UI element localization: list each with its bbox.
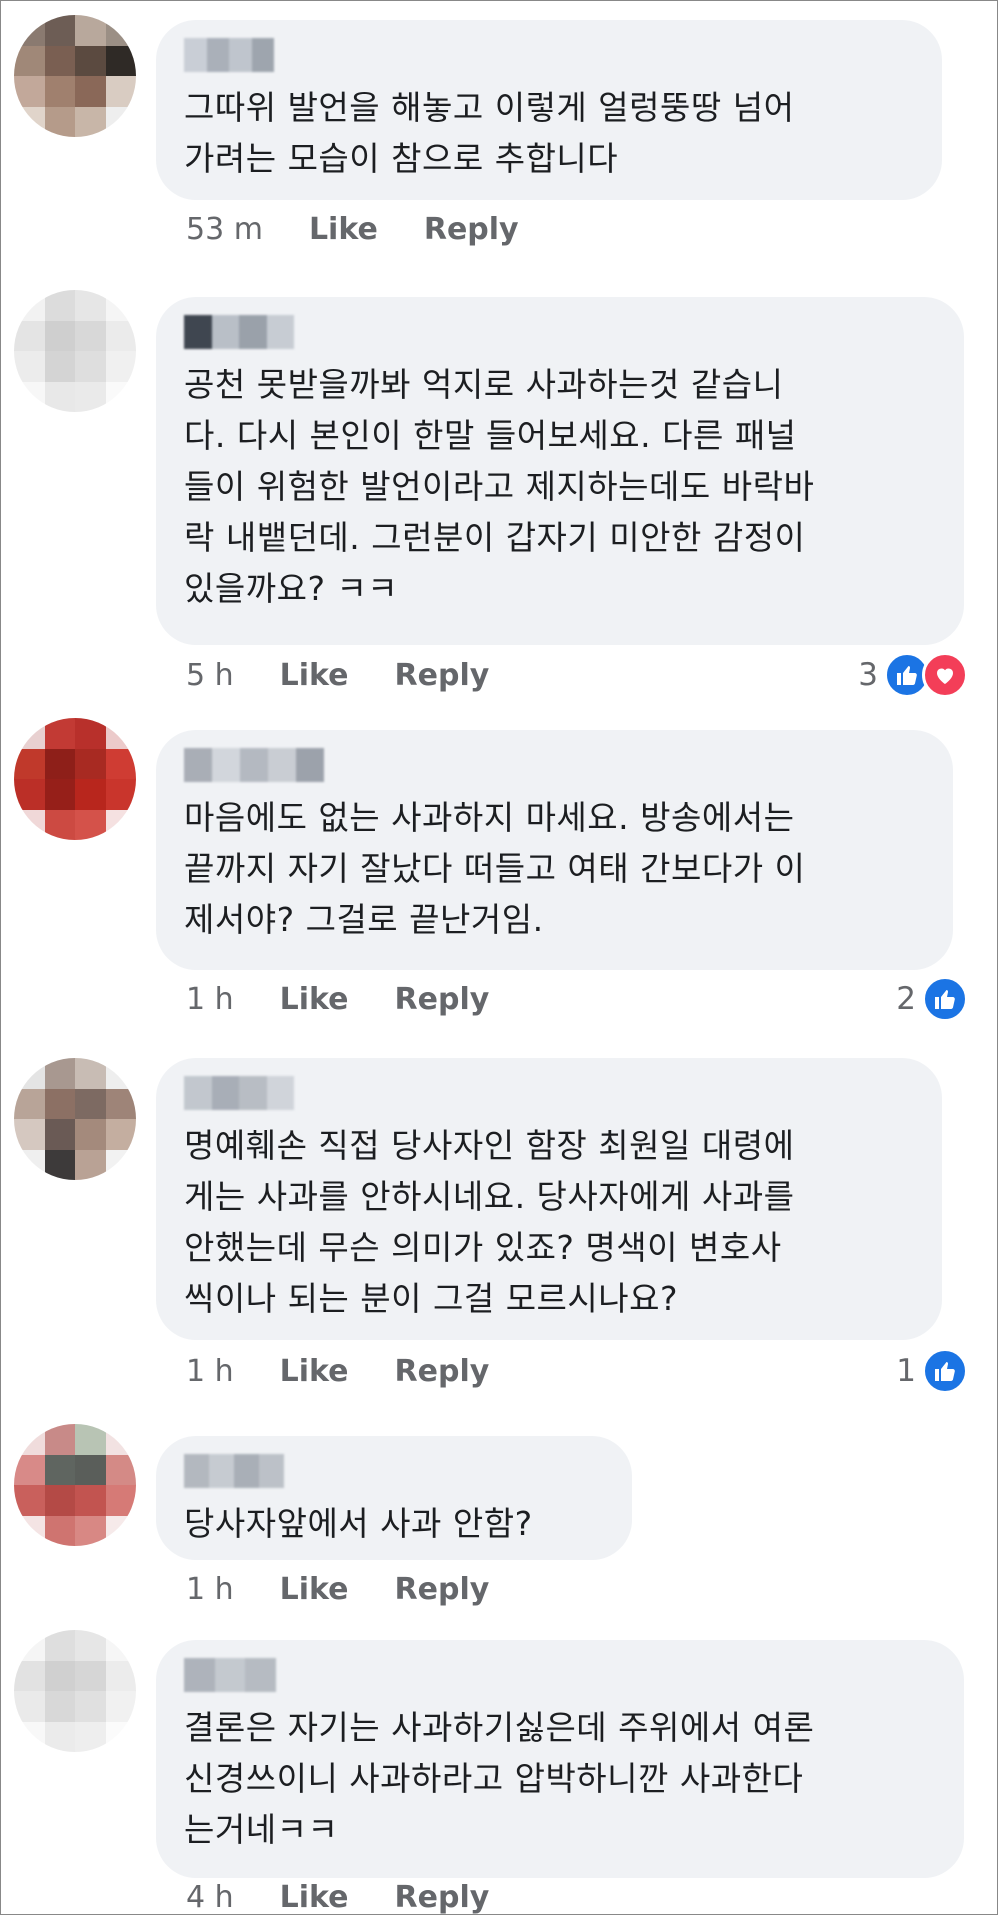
comment-bubble: 당사자앞에서 사과 안함? [156,1436,632,1560]
like-button[interactable]: Like [280,1572,349,1607]
comment-bubble: 그따위 발언을 해놓고 이렇게 얼렁뚱땅 넘어 가려는 모습이 참으로 추합니다 [156,20,942,200]
avatar[interactable] [14,15,136,137]
comment-actions: 1 h Like Reply [186,1572,489,1607]
comment-bubble: 공천 못받을까봐 억지로 사과하는것 같습니 다. 다시 본인이 한말 들어보세… [156,297,964,645]
comment-actions: 53 m Like Reply [186,212,519,247]
heart-icon [922,652,968,698]
reply-button[interactable]: Reply [395,982,490,1017]
avatar[interactable] [14,1058,136,1180]
comment-bubble: 마음에도 없는 사과하지 마세요. 방송에서는 끝까지 자기 잘났다 떠들고 여… [156,730,953,970]
like-button[interactable]: Like [280,982,349,1017]
comment-text: 마음에도 없는 사과하지 마세요. 방송에서는 끝까지 자기 잘났다 떠들고 여… [184,798,806,939]
like-button[interactable]: Like [280,1354,349,1389]
comment-actions: 4 h Like Reply [186,1880,489,1915]
avatar[interactable] [14,1424,136,1546]
reply-button[interactable]: Reply [395,1354,490,1389]
like-button[interactable]: Like [280,1880,349,1915]
comment-timestamp[interactable]: 53 m [186,212,263,247]
comment-timestamp[interactable]: 5 h [186,658,234,693]
thumbs-up-icon [922,1348,968,1394]
author-name-redacted[interactable] [184,1454,284,1488]
comment-actions: 5 h Like Reply [186,658,489,693]
comment-text: 명예훼손 직접 당사자인 함장 최원일 대령에 게는 사과를 안하시네요. 당사… [184,1126,795,1318]
like-button[interactable]: Like [309,212,378,247]
comment-timestamp[interactable]: 1 h [186,982,234,1017]
comment-text: 그따위 발언을 해놓고 이렇게 얼렁뚱땅 넘어 가려는 모습이 참으로 추합니다 [184,88,795,178]
like-button[interactable]: Like [280,658,349,693]
reply-button[interactable]: Reply [395,1880,490,1915]
comment-text: 결론은 자기는 사과하기싫은데 주위에서 여론 신경쓰이니 사과하라고 압박하니… [184,1708,815,1849]
comment-timestamp[interactable]: 1 h [186,1354,234,1389]
author-name-redacted[interactable] [184,315,294,349]
comment-timestamp[interactable]: 4 h [186,1880,234,1915]
reaction-count: 2 [896,981,916,1017]
reaction-summary[interactable]: 2 [896,976,968,1022]
reply-button[interactable]: Reply [424,212,519,247]
author-name-redacted[interactable] [184,38,274,72]
reply-button[interactable]: Reply [395,658,490,693]
reply-button[interactable]: Reply [395,1572,490,1607]
reaction-summary[interactable]: 3 [858,652,968,698]
reaction-count: 3 [858,657,878,693]
comment-actions: 1 h Like Reply [186,1354,489,1389]
author-name-redacted[interactable] [184,1076,294,1110]
comment-actions: 1 h Like Reply [186,982,489,1017]
author-name-redacted[interactable] [184,1658,277,1692]
reaction-summary[interactable]: 1 [896,1348,968,1394]
avatar[interactable] [14,290,136,412]
avatar[interactable] [14,1630,136,1752]
comment-bubble: 결론은 자기는 사과하기싫은데 주위에서 여론 신경쓰이니 사과하라고 압박하니… [156,1640,964,1878]
reaction-count: 1 [896,1353,916,1389]
avatar[interactable] [14,718,136,840]
comment-text: 공천 못받을까봐 억지로 사과하는것 같습니 다. 다시 본인이 한말 들어보세… [184,365,815,608]
thumbs-up-icon [922,976,968,1022]
author-name-redacted[interactable] [184,748,324,782]
comment-timestamp[interactable]: 1 h [186,1572,234,1607]
comment-bubble: 명예훼손 직접 당사자인 함장 최원일 대령에 게는 사과를 안하시네요. 당사… [156,1058,942,1340]
comment-text: 당사자앞에서 사과 안함? [184,1504,533,1543]
